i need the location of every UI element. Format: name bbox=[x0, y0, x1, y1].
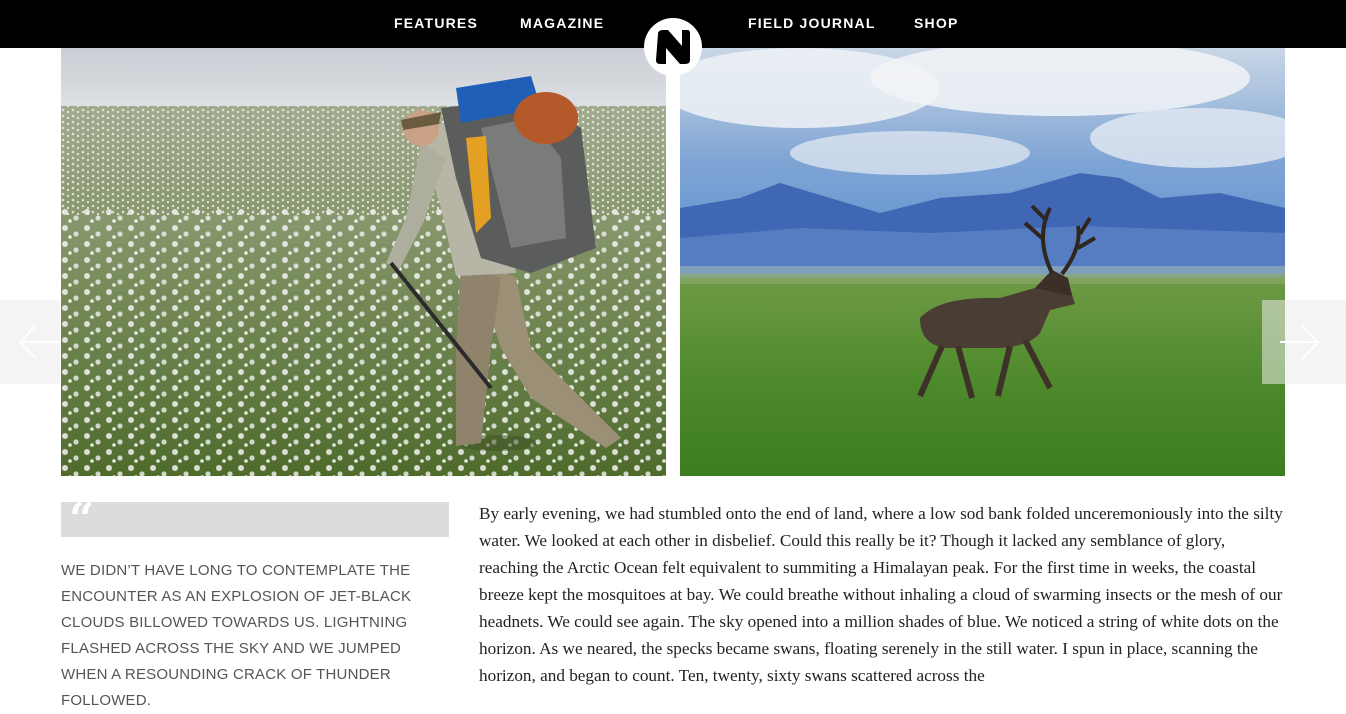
hiker-image bbox=[61, 48, 666, 476]
pull-quote-header: “ bbox=[61, 498, 449, 542]
nav-link-shop[interactable]: SHOP bbox=[914, 15, 958, 31]
nav-link-field-journal[interactable]: FIELD JOURNAL bbox=[748, 15, 876, 31]
logo-mark-icon bbox=[656, 30, 690, 64]
caribou-image bbox=[680, 48, 1285, 476]
gallery-prev-button[interactable] bbox=[0, 300, 68, 384]
arrow-right-icon bbox=[1280, 324, 1320, 360]
arrow-left-icon bbox=[18, 324, 68, 360]
photo-caribou[interactable] bbox=[680, 48, 1285, 476]
quote-icon: “ bbox=[69, 494, 95, 545]
pull-quote-text: WE DIDN’T HAVE LONG TO CONTEMPLATE THE E… bbox=[61, 562, 412, 709]
gallery-next-button[interactable] bbox=[1262, 300, 1346, 384]
nav-link-magazine[interactable]: MAGAZINE bbox=[520, 15, 604, 31]
site-logo[interactable] bbox=[644, 18, 702, 76]
nav-link-features[interactable]: FEATURES bbox=[394, 15, 478, 31]
photo-hiker[interactable] bbox=[61, 48, 666, 476]
article-paragraph: By early evening, we had stumbled onto t… bbox=[479, 504, 1283, 685]
